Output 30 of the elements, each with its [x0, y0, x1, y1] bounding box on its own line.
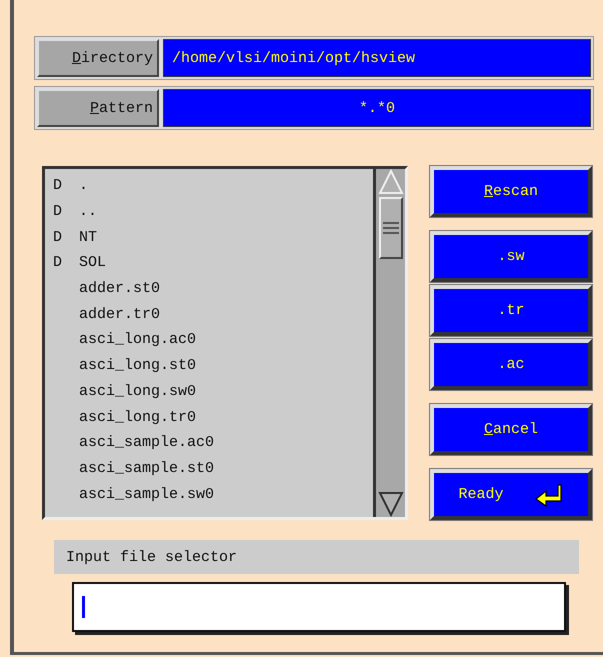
scroll-thumb[interactable] [378, 197, 402, 259]
scrollbar[interactable] [373, 169, 405, 517]
text-field[interactable]: *.*0 [163, 89, 591, 127]
file-item[interactable]: asci_sample.st0 [53, 456, 365, 482]
file-item[interactable]: asci_long.tr0 [53, 404, 365, 430]
enter-icon [534, 482, 564, 506]
action-button[interactable]: Rescan [430, 166, 592, 217]
directory-item[interactable]: D . [53, 173, 365, 199]
text-cursor [82, 596, 85, 618]
file-item[interactable]: adder.tr0 [53, 301, 365, 328]
field-label[interactable]: Pattern [37, 89, 159, 127]
ready-button[interactable]: Ready [430, 469, 592, 520]
field-label[interactable]: Directory [37, 39, 159, 77]
action-button[interactable]: Cancel [430, 404, 592, 455]
action-button[interactable]: .tr [430, 285, 592, 336]
action-button[interactable]: .ac [430, 339, 592, 390]
prompt-label: Input file selector [54, 540, 579, 574]
directory-item[interactable]: D .. [53, 198, 365, 224]
scroll-down-icon[interactable] [378, 491, 404, 517]
action-button[interactable]: .sw [430, 231, 592, 282]
directory-item[interactable]: D SOL [53, 250, 365, 276]
file-item[interactable]: adder.st0 [53, 276, 365, 302]
input-field[interactable] [72, 582, 566, 632]
file-item[interactable]: asci_long.st0 [53, 352, 365, 378]
file-item[interactable]: asci_long.ac0 [53, 327, 365, 353]
directory-item[interactable]: D NT [53, 224, 365, 250]
file-item[interactable]: asci_sample.sw0 [53, 481, 365, 507]
file-item[interactable]: asci_long.sw0 [53, 378, 365, 404]
file-item[interactable]: asci_sample.ac0 [53, 430, 365, 456]
text-field[interactable]: /home/vlsi/moini/opt/hsview [163, 39, 591, 77]
